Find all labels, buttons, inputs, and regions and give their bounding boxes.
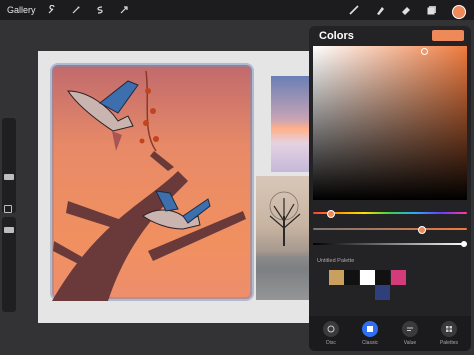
palette-label: Untitled Palette: [317, 258, 355, 264]
opacity-thumb[interactable]: [4, 227, 14, 233]
brush-size-thumb[interactable]: [4, 174, 14, 180]
disc-icon: [323, 321, 339, 337]
reference-photo-tree[interactable]: [256, 176, 313, 300]
selection-icon[interactable]: [94, 4, 106, 16]
palette-swatch[interactable]: [375, 270, 390, 285]
panel-title: Colors: [319, 30, 354, 42]
classic-icon: [362, 321, 378, 337]
saturation-slider[interactable]: [313, 226, 467, 234]
magic-wand-icon[interactable]: [70, 4, 82, 16]
palette-swatch[interactable]: [344, 270, 359, 285]
smudge-icon[interactable]: [374, 3, 386, 21]
tab-label: Palettes: [439, 340, 459, 346]
palettes-icon: [441, 321, 457, 337]
top-toolbar: Gallery: [0, 0, 474, 20]
tab-label: Value: [403, 340, 417, 346]
modify-button[interactable]: [4, 205, 12, 213]
wrench-icon[interactable]: [46, 4, 58, 16]
eraser-icon[interactable]: [400, 3, 412, 21]
gallery-button[interactable]: Gallery: [7, 5, 36, 15]
tab-disc[interactable]: Disc: [316, 321, 346, 346]
brush-icon[interactable]: [348, 3, 360, 21]
brightness-knob[interactable]: [461, 241, 467, 247]
picker-handle[interactable]: [421, 48, 428, 55]
palette-swatch[interactable]: [391, 270, 406, 285]
tab-label: Disc: [326, 340, 336, 346]
tab-palettes[interactable]: Palettes: [434, 321, 464, 346]
reference-photo-sunset[interactable]: [271, 76, 313, 172]
opacity-slider[interactable]: [2, 217, 16, 312]
palette-swatch[interactable]: [329, 270, 344, 285]
tree-silhouette: [256, 191, 313, 300]
color-mode-tabs: Disc Classic Value Palettes: [309, 316, 471, 351]
current-color-swatch[interactable]: [452, 5, 466, 19]
color-picker-square[interactable]: [313, 46, 467, 200]
brightness-slider[interactable]: [313, 241, 467, 247]
palette-swatch[interactable]: [375, 285, 390, 300]
palette-swatch[interactable]: [360, 270, 375, 285]
tab-label: Classic: [361, 340, 379, 346]
value-icon: [402, 321, 418, 337]
panel-current-color[interactable]: [432, 30, 464, 41]
tab-classic[interactable]: Classic: [355, 321, 385, 346]
hue-knob[interactable]: [327, 210, 335, 218]
brush-size-slider[interactable]: [2, 118, 16, 213]
colors-panel: Colors Untitled Palette Disc Classic Val…: [309, 26, 471, 351]
hue-slider[interactable]: [313, 210, 467, 218]
saturation-knob[interactable]: [418, 226, 426, 234]
transform-arrow-icon[interactable]: [118, 4, 130, 16]
layers-icon[interactable]: [426, 3, 438, 21]
tab-value[interactable]: Value: [395, 321, 425, 346]
